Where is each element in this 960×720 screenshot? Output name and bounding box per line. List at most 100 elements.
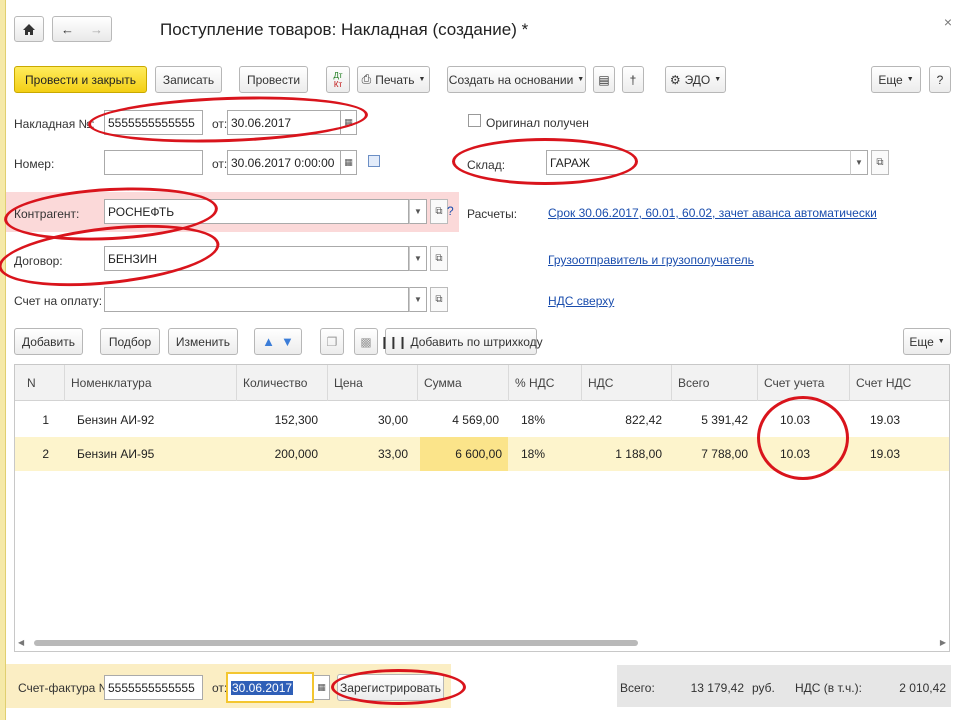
cell-quantity: 200,000 [274, 447, 318, 461]
calendar-icon[interactable]: ▦ [341, 150, 357, 175]
total-value: 13 179,42 [690, 681, 744, 695]
change-button[interactable]: Изменить [168, 328, 238, 355]
cell-sum-selected[interactable]: 6 600,00 [420, 437, 508, 471]
table-row[interactable]: 1 Бензин АИ-92 152,300 30,00 4 569,00 18… [15, 403, 949, 437]
invoice-number-input[interactable]: 5555555555555 [104, 110, 203, 135]
invoice-date-from-label: от: [212, 117, 228, 131]
chevron-down-icon: ▼ [906, 76, 914, 83]
total-label: Всего: [620, 681, 655, 695]
print-button[interactable]: ⎙ Печать ▼ [357, 66, 430, 93]
warehouse-dropdown[interactable]: ▼ [850, 150, 868, 175]
vat-included-label: НДС (в т.ч.): [795, 681, 862, 695]
sf-number-input[interactable]: 5555555555555 [104, 675, 203, 700]
counterparty-open-icon[interactable]: ⧉ [430, 199, 448, 224]
table-row[interactable]: 2 Бензин АИ-95 200,000 33,00 6 600,00 18… [15, 437, 949, 471]
col-header-account[interactable]: Счет учета [758, 365, 850, 401]
cell-total: 5 391,42 [701, 413, 748, 427]
payment-invoice-open-icon[interactable]: ⧉ [430, 287, 448, 312]
payment-invoice-input[interactable] [104, 287, 409, 312]
chevron-down-icon: ▼ [577, 76, 585, 83]
list-icon[interactable] [368, 155, 380, 167]
horizontal-scrollbar[interactable]: ◀ ▶ [14, 636, 950, 650]
contract-open-icon[interactable]: ⧉ [430, 246, 448, 271]
scroll-right-icon[interactable]: ▶ [940, 638, 946, 647]
help-button[interactable]: ? [929, 66, 951, 93]
contract-dropdown[interactable]: ▼ [409, 246, 427, 271]
number-input[interactable] [104, 150, 203, 175]
dt-kt-icon-top: Дт [333, 70, 343, 80]
warehouse-open-icon[interactable]: ⧉ [871, 150, 889, 175]
arrow-down-icon[interactable]: ▼ [281, 334, 294, 349]
vat-included-value: 2 010,42 [899, 681, 946, 695]
left-accent-bar [0, 0, 6, 720]
cell-total: 7 788,00 [701, 447, 748, 461]
table-more-button[interactable]: Еще ▼ [903, 328, 951, 355]
counterparty-label: Контрагент: [14, 207, 80, 221]
attachment-icon[interactable]: † [622, 66, 644, 93]
shipper-consignee-link[interactable]: Грузоотправитель и грузополучатель [548, 253, 754, 267]
create-based-on-button[interactable]: Создать на основании ▼ [447, 66, 586, 93]
col-header-total[interactable]: Всего [672, 365, 758, 401]
col-header-vat-rate[interactable]: % НДС [509, 365, 582, 401]
col-header-sum[interactable]: Сумма [418, 365, 509, 401]
settlements-link[interactable]: Срок 30.06.2017, 60.01, 60.02, зачет ава… [548, 206, 877, 220]
col-header-vat-account[interactable]: Счет НДС [850, 365, 950, 401]
add-row-button[interactable]: Добавить [14, 328, 83, 355]
currency-label: руб. [752, 681, 775, 695]
col-header-n[interactable]: N [15, 365, 65, 401]
warehouse-label: Склад: [467, 158, 506, 172]
warehouse-input[interactable]: ГАРАЖ [546, 150, 851, 175]
home-icon [23, 23, 35, 35]
calendar-icon[interactable]: ▦ [314, 675, 330, 700]
history-nav: ← → [52, 16, 112, 42]
table-header: N Номенклатура Количество Цена Сумма % Н… [15, 365, 949, 401]
chevron-down-icon: ▼ [714, 76, 722, 83]
number-datetime-input[interactable]: 30.06.2017 0:00:00 [227, 150, 341, 175]
pick-button[interactable]: Подбор [100, 328, 160, 355]
vat-on-top-link[interactable]: НДС сверху [548, 294, 614, 308]
arrow-up-icon[interactable]: ▲ [262, 334, 275, 349]
arrow-left-icon[interactable]: ← [61, 22, 74, 37]
post-and-close-button[interactable]: Провести и закрыть [14, 66, 147, 93]
col-header-item[interactable]: Номенклатура [65, 365, 237, 401]
document-icon[interactable]: ▤ [593, 66, 615, 93]
counterparty-help-icon[interactable]: ? [447, 204, 454, 218]
post-button[interactable]: Провести [239, 66, 308, 93]
payment-invoice-dropdown[interactable]: ▼ [409, 287, 427, 312]
counterparty-dropdown[interactable]: ▼ [409, 199, 427, 224]
cell-item: Бензин АИ-95 [77, 447, 155, 461]
chevron-down-icon: ▼ [937, 338, 945, 345]
close-icon[interactable]: × [944, 14, 952, 30]
sf-date-input[interactable]: 30.06.2017 [226, 672, 314, 703]
cell-account: 10.03 [780, 413, 811, 427]
contract-input[interactable]: БЕНЗИН [104, 246, 409, 271]
save-button[interactable]: Записать [155, 66, 222, 93]
edo-icon: ⚙ [669, 72, 681, 87]
sf-date-value: 30.06.2017 [231, 680, 294, 695]
col-header-quantity[interactable]: Количество [237, 365, 328, 401]
copy-row-icon[interactable]: ❐ [320, 328, 344, 355]
dt-kt-button[interactable]: Дт Кт [326, 66, 350, 93]
create-based-label: Создать на основании [448, 72, 574, 87]
original-received-checkbox[interactable] [468, 114, 481, 127]
arrow-right-icon[interactable]: → [90, 22, 103, 37]
scroll-left-icon[interactable]: ◀ [18, 638, 24, 647]
scrollbar-thumb[interactable] [34, 640, 638, 646]
barcode-icon: ❙❙❙ [379, 334, 407, 349]
goods-table: N Номенклатура Количество Цена Сумма % Н… [14, 364, 950, 652]
col-header-vat[interactable]: НДС [582, 365, 672, 401]
move-rows-buttons: ▲ ▼ [254, 328, 302, 355]
col-header-price[interactable]: Цена [328, 365, 418, 401]
register-button[interactable]: Зарегистрировать [337, 674, 444, 701]
calendar-icon[interactable]: ▦ [341, 110, 357, 135]
add-by-barcode-button[interactable]: ❙❙❙ Добавить по штрихкоду [379, 328, 543, 355]
paste-row-icon[interactable]: ▩ [354, 328, 378, 355]
counterparty-input[interactable]: РОСНЕФТЬ [104, 199, 409, 224]
edo-button[interactable]: ⚙ ЭДО ▼ [665, 66, 726, 93]
cell-vat-rate: 18% [521, 447, 546, 461]
invoice-date-input[interactable]: 30.06.2017 [227, 110, 341, 135]
home-button[interactable] [14, 16, 44, 42]
sf-from-label: от: [212, 681, 228, 695]
printer-icon: ⎙ [361, 72, 372, 86]
more-button[interactable]: Еще ▼ [871, 66, 921, 93]
